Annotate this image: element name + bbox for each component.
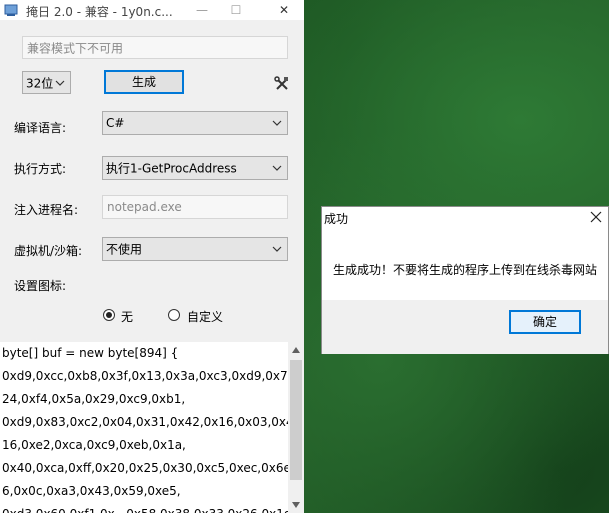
code-scrollbar[interactable] xyxy=(288,342,304,513)
code-line: 0xd3,0x60,0xf1,0x..,0x58,0x38,0x33,0x26,… xyxy=(2,503,288,513)
minimize-button[interactable]: — xyxy=(188,0,216,20)
exec-method-select-value: 执行1-GetProcAddress xyxy=(106,161,237,176)
code-line: 6,0x0c,0xa3,0x43,0x59,0xe5, xyxy=(2,484,181,498)
sandbox-select-value: 不使用 xyxy=(106,242,143,257)
dialog-footer: 确定 xyxy=(322,300,608,354)
code-line: 0x40,0xca,0xff,0x20,0x25,0x30,0xc5,0xec,… xyxy=(2,461,288,475)
icon-none-radio[interactable] xyxy=(103,309,115,321)
tools-icon[interactable] xyxy=(274,76,290,92)
close-button[interactable]: ✕ xyxy=(270,0,298,20)
dialog-title: 成功 xyxy=(324,212,349,226)
arch-select-value: 32位 xyxy=(26,76,54,90)
language-label: 编译语言: xyxy=(14,121,67,135)
sandbox-label: 虚拟机/沙箱: xyxy=(14,244,83,258)
code-line: 0xd9,0x83,0xc2,0x04,0x31,0x42,0x16,0x03,… xyxy=(2,415,288,429)
success-dialog: 成功 生成成功！不要将生成的程序上传到在线杀毒网站 确定 xyxy=(321,206,609,354)
inject-process-value: notepad.exe xyxy=(107,200,182,214)
main-window: 掩日 2.0 - 兼容 - 1y0n.c... — ☐ ✕ 兼容模式下不可用 3… xyxy=(0,0,304,513)
exec-method-label: 执行方式: xyxy=(14,162,67,176)
chevron-down-icon xyxy=(272,120,282,126)
language-select-value: C# xyxy=(106,116,125,130)
generate-button[interactable]: 生成 xyxy=(104,70,184,94)
inject-process-input[interactable]: notepad.exe xyxy=(102,195,288,219)
scroll-down-icon[interactable] xyxy=(291,501,301,509)
icon-custom-label: 自定义 xyxy=(187,310,224,324)
chevron-down-icon xyxy=(55,80,65,86)
scrollbar-thumb[interactable] xyxy=(290,360,302,480)
exec-method-select[interactable]: 执行1-GetProcAddress xyxy=(102,156,288,180)
compat-input[interactable]: 兼容模式下不可用 xyxy=(22,36,288,59)
scroll-up-icon[interactable] xyxy=(291,346,301,354)
code-output[interactable]: byte[] buf = new byte[894] { 0xd9,0xcc,0… xyxy=(0,342,288,513)
dialog-message: 生成成功！不要将生成的程序上传到在线杀毒网站 xyxy=(333,263,598,277)
chevron-down-icon xyxy=(272,165,282,171)
code-line: byte[] buf = new byte[894] { xyxy=(2,346,179,360)
code-line: 24,0xf4,0x5a,0x29,0xc9,0xb1, xyxy=(2,392,186,406)
compat-input-placeholder: 兼容模式下不可用 xyxy=(27,41,124,55)
inject-process-label: 注入进程名: xyxy=(14,203,79,217)
sandbox-select[interactable]: 不使用 xyxy=(102,237,288,261)
code-line: 0xd9,0xcc,0xb8,0x3f,0x13,0x3a,0xc3,0xd9,… xyxy=(2,369,288,383)
language-select[interactable]: C# xyxy=(102,111,288,135)
icon-none-label: 无 xyxy=(121,310,134,324)
ok-button[interactable]: 确定 xyxy=(509,310,581,334)
maximize-button[interactable]: ☐ xyxy=(222,0,250,20)
window-title: 掩日 2.0 - 兼容 - 1y0n.c... xyxy=(26,5,173,19)
icon-custom-radio[interactable] xyxy=(168,309,180,321)
title-bar[interactable]: 掩日 2.0 - 兼容 - 1y0n.c... — ☐ ✕ xyxy=(0,0,304,20)
icon-label: 设置图标: xyxy=(14,279,67,293)
code-line: 16,0xe2,0xca,0xc9,0xeb,0x1a, xyxy=(2,438,186,452)
app-icon xyxy=(4,4,18,16)
arch-select[interactable]: 32位 xyxy=(22,71,71,94)
close-icon[interactable] xyxy=(588,209,604,225)
chevron-down-icon xyxy=(272,246,282,252)
